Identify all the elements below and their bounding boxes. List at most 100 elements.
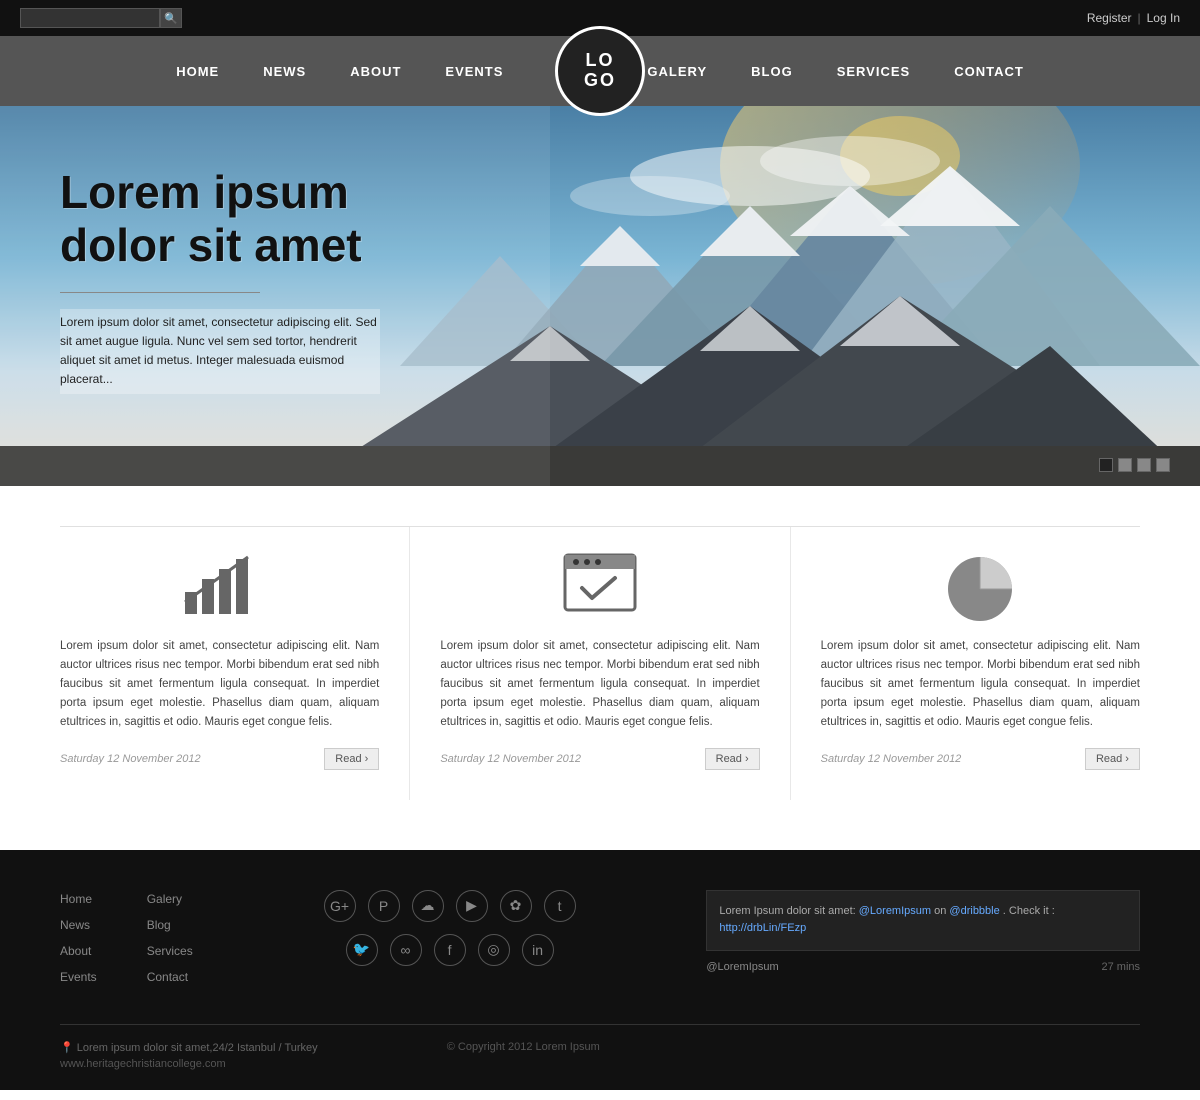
logo-text: LOGO — [584, 51, 616, 91]
social-youtube[interactable]: ▶ — [456, 890, 488, 922]
footer-link-services[interactable]: Services — [147, 944, 193, 958]
nav-link-services[interactable]: SERVICES — [815, 64, 933, 79]
card-1-date: Saturday 12 November 2012 — [60, 753, 201, 765]
footer-bottom: 📍 Lorem ipsum dolor sit amet,24/2 Istanb… — [60, 1024, 1140, 1070]
login-link[interactable]: Log In — [1147, 11, 1180, 25]
footer-top: Home News About Events Galery Blog Servi… — [60, 890, 1140, 994]
social-lastfm[interactable]: ∞ — [390, 934, 422, 966]
footer-link-galery[interactable]: Galery — [147, 892, 182, 906]
hero-title: Lorem ipsum dolor sit amet — [60, 166, 460, 272]
nav-item-about[interactable]: ABOUT — [328, 64, 423, 79]
slider-dot-2[interactable] — [1118, 458, 1132, 472]
footer-link-about[interactable]: About — [60, 944, 91, 958]
footer-url: www.heritagechristiancollege.com — [60, 1058, 318, 1070]
twitter-user-row: @LoremIpsum 27 mins — [706, 961, 1140, 973]
social-pinterest[interactable]: P — [368, 890, 400, 922]
card-3: Lorem ipsum dolor sit amet, consectetur … — [791, 527, 1140, 800]
address-text: Lorem ipsum dolor sit amet,24/2 Istanbul… — [77, 1042, 318, 1054]
nav-item-blog[interactable]: BLOG — [729, 64, 815, 79]
footer-link-blog[interactable]: Blog — [147, 918, 171, 932]
nav-bar: HOME NEWS ABOUT EVENTS GALERY BLOG SERVI… — [0, 36, 1200, 106]
social-tumblr[interactable]: t — [544, 890, 576, 922]
footer-twitter: Lorem Ipsum dolor sit amet: @LoremIpsum … — [706, 890, 1140, 994]
slider-dot-3[interactable] — [1137, 458, 1151, 472]
pie-chart-icon — [940, 547, 1020, 627]
separator: | — [1138, 11, 1141, 25]
footer: Home News About Events Galery Blog Servi… — [0, 850, 1200, 1090]
hero-description: Lorem ipsum dolor sit amet, consectetur … — [60, 309, 380, 394]
nav-link-blog[interactable]: BLOG — [729, 64, 815, 79]
twitter-handle2: @dribbble — [949, 905, 999, 917]
search-input[interactable] — [20, 8, 160, 28]
nav-item-events[interactable]: EVENTS — [423, 64, 525, 79]
footer-col-1: Home News About Events — [60, 890, 97, 994]
nav-link-about[interactable]: ABOUT — [328, 64, 423, 79]
card-1-text: Lorem ipsum dolor sit amet, consectetur … — [60, 637, 379, 732]
twitter-handle1: @LoremIpsum — [859, 905, 931, 917]
nav-item-services[interactable]: SERVICES — [815, 64, 933, 79]
twitter-username: @LoremIpsum — [706, 961, 778, 973]
footer-nav: Home News About Events Galery Blog Servi… — [60, 890, 193, 994]
social-linkedin[interactable]: in — [522, 934, 554, 966]
footer-col-2: Galery Blog Services Contact — [147, 890, 193, 994]
twitter-text-after: . Check it : — [1003, 905, 1055, 917]
footer-link-home[interactable]: Home — [60, 892, 92, 906]
footer-address: 📍 Lorem ipsum dolor sit amet,24/2 Istanb… — [60, 1041, 318, 1070]
card-1-read-button[interactable]: Read › — [324, 748, 379, 770]
search-button[interactable]: 🔍 — [160, 8, 182, 28]
twitter-time: 27 mins — [1101, 961, 1140, 973]
twitter-box: Lorem Ipsum dolor sit amet: @LoremIpsum … — [706, 890, 1140, 951]
nav-item-home[interactable]: HOME — [154, 64, 241, 79]
card-3-text: Lorem ipsum dolor sit amet, consectetur … — [821, 637, 1140, 732]
card-2-text: Lorem ipsum dolor sit amet, consectetur … — [440, 637, 759, 732]
card-2-icon — [440, 527, 759, 617]
card-2: Lorem ipsum dolor sit amet, consectetur … — [410, 527, 790, 800]
card-1-footer: Saturday 12 November 2012 Read › — [60, 748, 379, 770]
register-link[interactable]: Register — [1087, 11, 1132, 25]
social-flickr[interactable]: ✿ — [500, 890, 532, 922]
social-row-1: G+ P ☁ ▶ ✿ t — [324, 890, 576, 922]
nav-item-news[interactable]: NEWS — [241, 64, 328, 79]
nav-link-news[interactable]: NEWS — [241, 64, 328, 79]
social-cloud[interactable]: ☁ — [412, 890, 444, 922]
card-3-read-button[interactable]: Read › — [1085, 748, 1140, 770]
cards-row: Lorem ipsum dolor sit amet, consectetur … — [60, 526, 1140, 800]
slider-dot-1[interactable] — [1099, 458, 1113, 472]
nav-item-contact[interactable]: CONTACT — [932, 64, 1046, 79]
nav-link-events[interactable]: EVENTS — [423, 64, 525, 79]
card-2-footer: Saturday 12 November 2012 Read › — [440, 748, 759, 770]
footer-link-events[interactable]: Events — [60, 970, 97, 984]
address-icon: 📍 Lorem ipsum dolor sit amet,24/2 Istanb… — [60, 1041, 318, 1054]
content-area: Lorem ipsum dolor sit amet, consectetur … — [0, 486, 1200, 850]
card-2-date: Saturday 12 November 2012 — [440, 753, 581, 765]
nav-link-home[interactable]: HOME — [154, 64, 241, 79]
search-form[interactable]: 🔍 — [20, 8, 182, 28]
card-1: Lorem ipsum dolor sit amet, consectetur … — [60, 527, 410, 800]
social-facebook[interactable]: f — [434, 934, 466, 966]
social-googleplus[interactable]: G+ — [324, 890, 356, 922]
slider-dots[interactable] — [1099, 458, 1170, 472]
footer-social: G+ P ☁ ▶ ✿ t 🐦 ∞ f ◎ in — [233, 890, 667, 994]
twitter-text-mid: on — [934, 905, 949, 917]
social-dribbble[interactable]: ◎ — [478, 934, 510, 966]
social-twitter[interactable]: 🐦 — [346, 934, 378, 966]
card-3-date: Saturday 12 November 2012 — [821, 753, 962, 765]
twitter-link[interactable]: http://drbLin/FEzp — [719, 922, 806, 934]
card-1-icon — [60, 527, 379, 617]
footer-link-news[interactable]: News — [60, 918, 90, 932]
slider-dot-4[interactable] — [1156, 458, 1170, 472]
nav-link-contact[interactable]: CONTACT — [932, 64, 1046, 79]
footer-copyright: © Copyright 2012 Lorem Ipsum — [318, 1041, 729, 1053]
twitter-text-before: Lorem Ipsum dolor sit amet: — [719, 905, 858, 917]
footer-link-contact[interactable]: Contact — [147, 970, 188, 984]
top-links: Register | Log In — [1087, 11, 1180, 25]
browser-check-icon — [560, 550, 640, 625]
logo[interactable]: LOGO — [555, 26, 645, 116]
hero-section: Lorem ipsum dolor sit amet Lorem ipsum d… — [0, 106, 1200, 486]
chart-icon — [180, 547, 260, 627]
card-3-footer: Saturday 12 November 2012 Read › — [821, 748, 1140, 770]
card-2-read-button[interactable]: Read › — [705, 748, 760, 770]
social-row-2: 🐦 ∞ f ◎ in — [346, 934, 554, 966]
hero-divider — [60, 292, 260, 293]
hero-content: Lorem ipsum dolor sit amet Lorem ipsum d… — [0, 106, 520, 394]
